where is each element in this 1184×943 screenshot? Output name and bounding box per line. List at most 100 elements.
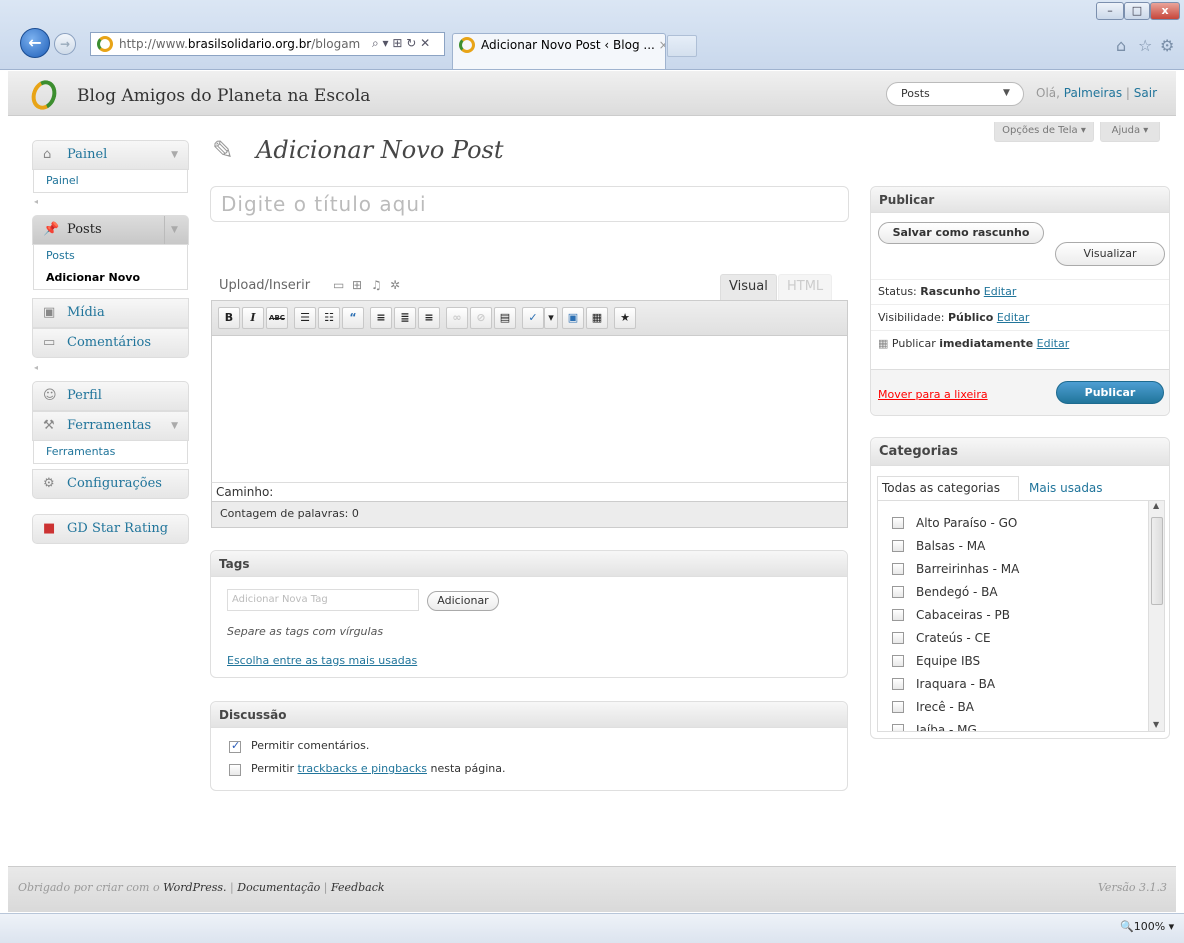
audio-upload-icon[interactable]: ♫: [371, 278, 382, 292]
align-center-button[interactable]: ≣: [394, 307, 416, 329]
align-right-button[interactable]: ≡: [418, 307, 440, 329]
publish-button[interactable]: Publicar: [1056, 381, 1164, 404]
category-checkbox[interactable]: [892, 701, 904, 713]
screen-options-button[interactable]: Opções de Tela ▾: [994, 122, 1094, 142]
zoom-control[interactable]: 🔍100% ▾: [1120, 920, 1174, 933]
bullet-list-button[interactable]: ☰: [294, 307, 316, 329]
post-content-editor[interactable]: [211, 336, 848, 482]
star-rating-button[interactable]: ★: [614, 307, 636, 329]
spellcheck-button[interactable]: ✓: [522, 307, 544, 329]
category-checkbox[interactable]: [892, 517, 904, 529]
menu-separator[interactable]: ◂: [34, 197, 38, 206]
category-checkbox[interactable]: [892, 655, 904, 667]
category-checkbox[interactable]: [892, 540, 904, 552]
preview-button[interactable]: Visualizar: [1055, 242, 1165, 266]
post-title-input[interactable]: Digite o título aqui: [210, 186, 849, 222]
menu-ferramentas[interactable]: ⚒ Ferramentas ▼: [32, 411, 189, 441]
chevron-down-icon[interactable]: ▼: [1003, 88, 1010, 98]
maximize-button[interactable]: □: [1124, 2, 1150, 20]
edit-visibility-link[interactable]: Editar: [997, 311, 1030, 324]
category-checkbox[interactable]: [892, 586, 904, 598]
allow-trackbacks-checkbox[interactable]: [229, 764, 241, 776]
submenu-item-painel[interactable]: Painel: [34, 170, 187, 192]
help-button[interactable]: Ajuda ▾: [1100, 122, 1160, 142]
edit-schedule-link[interactable]: Editar: [1037, 337, 1070, 350]
tab-popular-categories[interactable]: Mais usadas: [1029, 481, 1103, 495]
tools-gear-icon[interactable]: ⚙: [1160, 36, 1174, 55]
category-item[interactable]: Alto Paraíso - GO: [892, 512, 1019, 535]
back-button[interactable]: ←: [20, 28, 50, 58]
category-checkbox[interactable]: [892, 678, 904, 690]
wordpress-link[interactable]: WordPress.: [163, 881, 226, 894]
trash-link[interactable]: Mover para a lixeira: [878, 388, 988, 401]
chevron-down-icon[interactable]: ▼: [164, 216, 188, 244]
menu-posts[interactable]: 📌 Posts ▼: [32, 215, 189, 245]
tab-html[interactable]: HTML: [778, 274, 833, 300]
more-tag-button[interactable]: ▤: [494, 307, 516, 329]
image-upload-icon[interactable]: ▭: [333, 278, 344, 292]
logout-link[interactable]: Sair: [1134, 86, 1157, 100]
category-checkbox[interactable]: [892, 563, 904, 575]
new-tab-button[interactable]: [667, 35, 697, 57]
menu-separator[interactable]: ◂: [34, 363, 38, 372]
category-checkbox[interactable]: [892, 632, 904, 644]
discussion-box-title[interactable]: Discussão: [211, 702, 847, 728]
unlink-button[interactable]: ⊘: [470, 307, 492, 329]
categories-box-title[interactable]: Categorias: [871, 438, 1169, 466]
align-left-button[interactable]: ≡: [370, 307, 392, 329]
menu-configuracoes[interactable]: ⚙ Configurações: [32, 469, 189, 499]
documentation-link[interactable]: Documentação: [237, 881, 320, 894]
strikethrough-button[interactable]: ABC: [266, 307, 288, 329]
tab-close-icon[interactable]: ×: [659, 38, 665, 52]
add-tag-button[interactable]: Adicionar: [427, 591, 499, 611]
category-checkbox[interactable]: [892, 724, 904, 731]
window-close-button[interactable]: x: [1150, 2, 1180, 20]
video-upload-icon[interactable]: ⊞: [352, 278, 362, 292]
category-item[interactable]: Crateús - CE: [892, 627, 1019, 650]
scroll-down-icon[interactable]: ▼: [1153, 720, 1159, 729]
numbered-list-button[interactable]: ☷: [318, 307, 340, 329]
submenu-item-posts[interactable]: Posts: [34, 245, 187, 267]
category-item[interactable]: Irecê - BA: [892, 696, 1019, 719]
submenu-item-add-new[interactable]: Adicionar Novo: [34, 267, 187, 289]
category-checkbox[interactable]: [892, 609, 904, 621]
menu-perfil[interactable]: ☺ Perfil: [32, 381, 189, 411]
tab-all-categories[interactable]: Todas as categorias: [877, 476, 1019, 500]
scrollbar-thumb[interactable]: [1151, 517, 1163, 605]
category-item[interactable]: Barreirinhas - MA: [892, 558, 1019, 581]
popular-tags-link[interactable]: Escolha entre as tags mais usadas: [227, 654, 417, 667]
tab-visual[interactable]: Visual: [720, 274, 777, 300]
favorites-star-icon[interactable]: ☆: [1138, 36, 1152, 55]
chevron-down-icon[interactable]: ▼: [171, 141, 178, 169]
user-link[interactable]: Palmeiras: [1064, 86, 1122, 100]
blog-title[interactable]: Blog Amigos do Planeta na Escola: [77, 86, 370, 106]
italic-button[interactable]: I: [242, 307, 264, 329]
browser-tab-active[interactable]: Adicionar Novo Post ‹ Blog ... ×: [452, 33, 666, 69]
category-item[interactable]: Iraquara - BA: [892, 673, 1019, 696]
menu-gd-star-rating[interactable]: ■ GD Star Rating: [32, 514, 189, 544]
spellcheck-dropdown-button[interactable]: ▾: [544, 307, 558, 329]
submenu-item-ferramentas[interactable]: Ferramentas: [34, 441, 187, 463]
category-scrollbar[interactable]: ▲ ▼: [1148, 501, 1164, 731]
trackbacks-link[interactable]: trackbacks e pingbacks: [298, 762, 428, 775]
forward-button[interactable]: →: [54, 33, 76, 55]
category-item[interactable]: Equipe IBS: [892, 650, 1019, 673]
address-tools[interactable]: ⌕ ▾ ⊞ ↻ ✕: [372, 36, 431, 51]
tags-box-title[interactable]: Tags: [211, 551, 847, 577]
blockquote-button[interactable]: “: [342, 307, 364, 329]
menu-comentarios[interactable]: ▭ Comentários: [32, 328, 189, 358]
minimize-button[interactable]: –: [1096, 2, 1124, 20]
save-draft-button[interactable]: Salvar como rascunho: [878, 222, 1044, 244]
link-button[interactable]: ∞: [446, 307, 468, 329]
chevron-down-icon[interactable]: ▼: [171, 412, 178, 440]
category-item[interactable]: Bendegó - BA: [892, 581, 1019, 604]
home-icon[interactable]: ⌂: [1116, 36, 1126, 55]
category-item[interactable]: Cabaceiras - PB: [892, 604, 1019, 627]
edit-status-link[interactable]: Editar: [984, 285, 1017, 298]
scroll-up-icon[interactable]: ▲: [1153, 501, 1159, 510]
bold-button[interactable]: B: [218, 307, 240, 329]
category-item[interactable]: Jaíba - MG: [892, 719, 1019, 731]
menu-midia[interactable]: ▣ Mídia: [32, 298, 189, 328]
allow-comments-checkbox[interactable]: [229, 739, 241, 753]
tag-input[interactable]: Adicionar Nova Tag: [227, 589, 419, 611]
